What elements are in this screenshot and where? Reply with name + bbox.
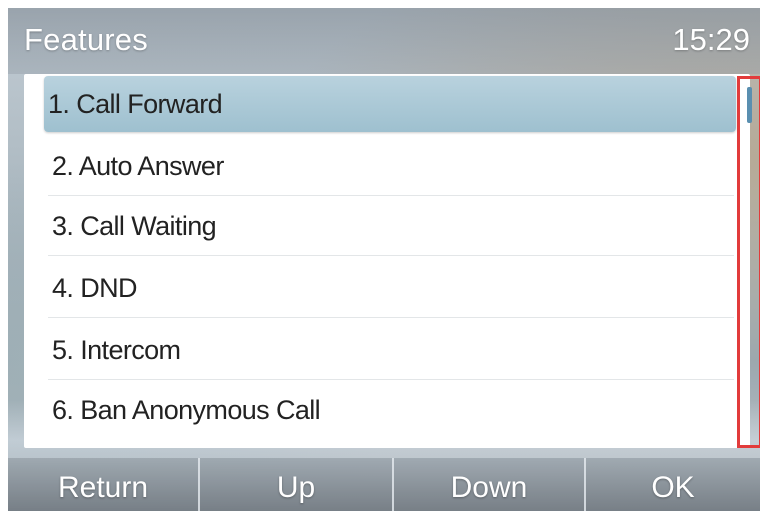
ok-button[interactable]: OK bbox=[586, 458, 760, 511]
clock: 15:29 bbox=[672, 22, 750, 57]
phone-screen: Features 15:29 1. Call Forward 2. Auto A… bbox=[8, 8, 760, 511]
scrollbar-thumb[interactable] bbox=[747, 87, 752, 123]
list-item-ban-anonymous-call[interactable]: 6. Ban Anonymous Call bbox=[48, 380, 734, 440]
list-item-dnd[interactable]: 4. DND bbox=[48, 258, 734, 318]
list-item-call-waiting[interactable]: 3. Call Waiting bbox=[48, 196, 734, 256]
list-item-call-forward[interactable]: 1. Call Forward bbox=[44, 76, 736, 132]
features-list-panel: 1. Call Forward 2. Auto Answer 3. Call W… bbox=[24, 74, 750, 448]
scrollbar-highlight-box bbox=[737, 76, 760, 448]
list-item-intercom[interactable]: 5. Intercom bbox=[48, 320, 734, 380]
page-title: Features bbox=[24, 22, 148, 57]
list-item-auto-answer[interactable]: 2. Auto Answer bbox=[48, 136, 734, 196]
return-button[interactable]: Return bbox=[8, 458, 200, 511]
softkey-bar: Return Up Down OK bbox=[8, 458, 760, 511]
up-button[interactable]: Up bbox=[200, 458, 394, 511]
down-button[interactable]: Down bbox=[394, 458, 586, 511]
title-bar: Features 15:29 bbox=[8, 8, 760, 74]
